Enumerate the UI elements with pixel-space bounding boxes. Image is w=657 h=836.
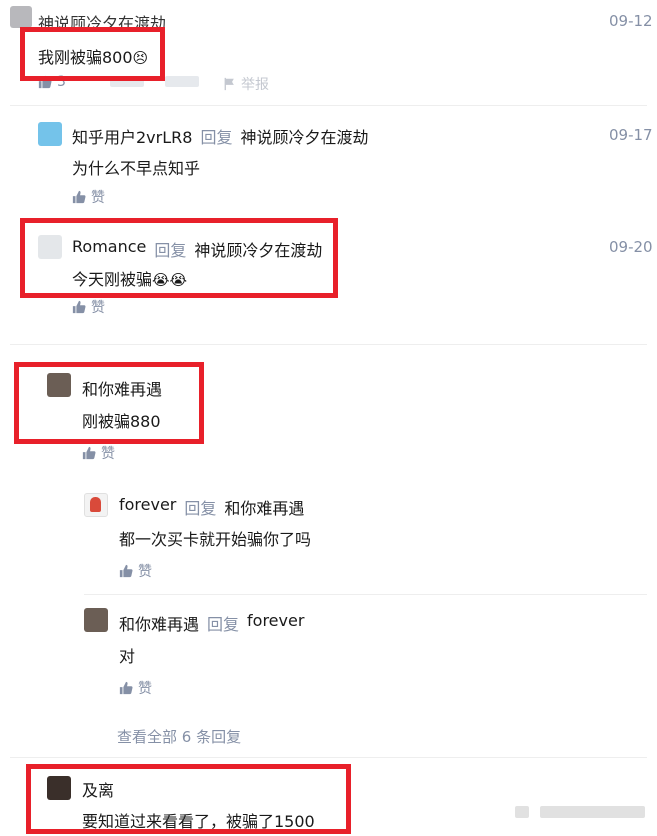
comment-text: 都一次买卡就开始骗你了吗 xyxy=(119,530,312,549)
reply-label: 回复 xyxy=(184,499,217,518)
comment-author[interactable]: 知乎用户2vrLR8 xyxy=(72,124,192,148)
comment-author[interactable]: 和你难再遇 xyxy=(119,611,199,635)
report-label: 举报 xyxy=(241,77,269,93)
thumbs-up-icon xyxy=(119,681,133,695)
avatar[interactable] xyxy=(10,6,32,28)
comment-header: forever 回复 和你难再遇 xyxy=(119,495,304,519)
like-label: 赞 xyxy=(138,564,152,580)
avatar[interactable] xyxy=(38,122,62,146)
highlight-box xyxy=(26,764,351,834)
like-label: 赞 xyxy=(91,190,105,206)
comment-action-placeholder[interactable] xyxy=(165,76,199,87)
reply-label: 回复 xyxy=(207,615,240,634)
divider xyxy=(10,757,647,758)
thumbs-up-icon xyxy=(72,190,86,204)
comment-date: 09-20 xyxy=(609,238,653,256)
reply-to-user[interactable]: forever xyxy=(247,611,304,635)
thumbs-up-icon xyxy=(82,446,96,460)
avatar[interactable] xyxy=(84,608,108,632)
divider xyxy=(84,594,647,595)
flag-icon xyxy=(224,77,234,91)
comment-header: 和你难再遇 回复 forever xyxy=(119,611,304,635)
comment-text: 为什么不早点知乎 xyxy=(72,159,201,178)
like-label: 赞 xyxy=(91,300,105,316)
comment-author[interactable]: forever xyxy=(119,495,176,519)
highlight-box xyxy=(14,362,204,444)
like-label: 赞 xyxy=(101,446,115,462)
watermark xyxy=(540,806,645,818)
avatar-figure xyxy=(90,497,101,512)
view-all-replies-link[interactable]: 查看全部 6 条回复 xyxy=(117,726,241,747)
like-button[interactable]: 赞 xyxy=(119,561,152,581)
like-label: 赞 xyxy=(138,681,152,697)
comment-date: 09-17 xyxy=(609,126,653,144)
reply-label: 回复 xyxy=(200,128,233,147)
like-button[interactable]: 赞 xyxy=(72,187,105,207)
thumbs-up-icon xyxy=(72,300,86,314)
report-button[interactable]: 举报 xyxy=(222,74,269,94)
watermark xyxy=(515,806,529,818)
like-button[interactable]: 赞 xyxy=(82,443,115,463)
comment-header: 知乎用户2vrLR8 回复 神说顾冷夕在渡劫 xyxy=(72,124,368,148)
like-button[interactable]: 赞 xyxy=(119,678,152,698)
divider xyxy=(10,344,647,345)
comment-date: 09-12 xyxy=(609,12,653,30)
reply-to-user[interactable]: 神说顾冷夕在渡劫 xyxy=(240,124,368,148)
comment-text: 对 xyxy=(119,647,136,666)
thumbs-up-icon xyxy=(119,564,133,578)
like-button[interactable]: 赞 xyxy=(72,297,105,317)
reply-to-user[interactable]: 和你难再遇 xyxy=(224,495,304,519)
divider xyxy=(10,105,647,106)
highlight-box xyxy=(20,27,165,81)
highlight-box xyxy=(20,218,338,298)
